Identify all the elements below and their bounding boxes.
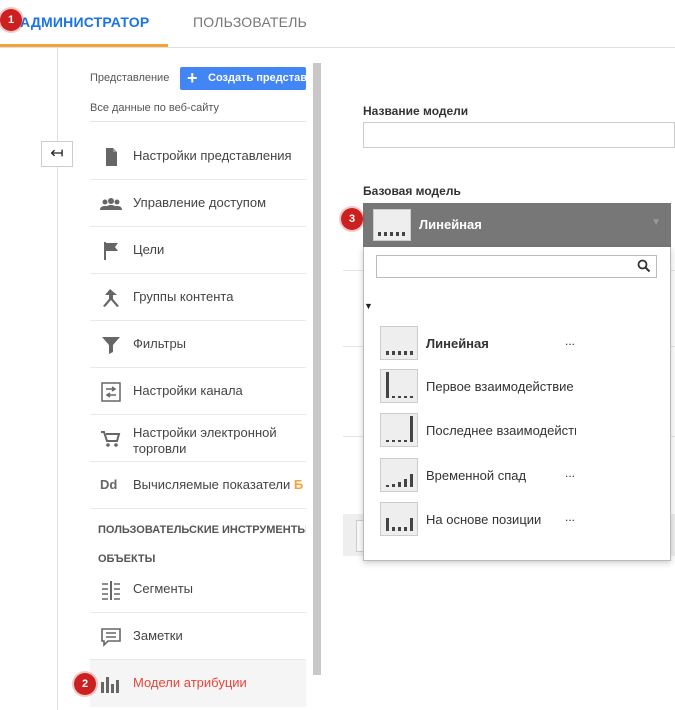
sidebar-item-access[interactable]: Управление доступом (90, 180, 306, 227)
sidebar-item-goals[interactable]: Цели (90, 227, 306, 274)
step-badge-1: 1 (0, 9, 22, 31)
view-selector[interactable]: Все данные по веб-сайту (90, 102, 219, 114)
sidebar-item-notes[interactable]: Заметки (90, 613, 306, 660)
filter-icon (102, 337, 120, 354)
sidebar-item-label: Модели атрибуции (133, 675, 247, 690)
option-first-interaction[interactable]: Первое взаимодействие (380, 369, 670, 409)
base-model-dropdown[interactable]: Линейная ▼ (363, 203, 671, 247)
model-name-label: Название модели (363, 104, 469, 118)
notes-icon (101, 628, 121, 647)
section-title-tools: ПОЛЬЗОВАТЕЛЬСКИЕ ИНСТРУМЕНТЫ И (98, 524, 306, 536)
linear-model-thumbnail (373, 209, 411, 241)
sidebar-item-label: Заметки (133, 628, 183, 643)
create-view-button[interactable]: + Создать представление (180, 67, 306, 90)
first-interaction-thumbnail (380, 369, 418, 403)
option-label: Линейная (426, 336, 489, 351)
sidebar-item-label: Настройки представления (133, 148, 292, 163)
active-tab-indicator (0, 44, 168, 47)
option-linear[interactable]: Линейная ... (380, 326, 670, 366)
dd-icon: Dd (100, 477, 118, 492)
sidebar-item-label: Настройки электронной торговли (133, 425, 277, 456)
sidebar-item-label: Фильтры (133, 336, 187, 351)
search-icon (637, 259, 651, 273)
option-more[interactable]: ... (565, 334, 575, 348)
sidebar-item-ecommerce[interactable]: Настройки электронной торговли (90, 415, 306, 462)
sidebar-item-content-groups[interactable]: Группы контента (90, 274, 306, 321)
tab-admin[interactable]: АДМИНИСТРАТОР (20, 14, 149, 30)
sidebar-item-attribution-models[interactable]: Модели атрибуции (90, 660, 306, 707)
collapse-triangle-icon[interactable]: ▼ (364, 301, 373, 311)
sidebar-item-filters[interactable]: Фильтры (90, 321, 306, 368)
option-more[interactable]: ... (565, 510, 575, 524)
sidebar-item-channel-settings[interactable]: Настройки канала (90, 368, 306, 415)
sidebar-divider (90, 121, 306, 122)
sidebar-item-label: Сегменты (133, 581, 194, 596)
section-title-objects: ОБЪЕКТЫ (98, 553, 156, 565)
linear-model-thumbnail (380, 326, 418, 360)
sidebar-item-label: Группы контента (133, 289, 234, 304)
option-label: Последнее взаимодействие (426, 423, 576, 438)
sidebar-item-label: Вычисляемые показатели Б (133, 477, 304, 492)
step-badge-3: 3 (341, 208, 363, 230)
back-button[interactable]: ↤ (41, 141, 73, 167)
option-position-based[interactable]: На основе позиции ... (380, 502, 670, 542)
sidebar-item-segments[interactable]: Сегменты (90, 566, 306, 613)
channel-icon (101, 382, 121, 402)
cart-icon (101, 431, 121, 447)
option-last-interaction[interactable]: Последнее взаимодействие (380, 413, 670, 453)
step-badge-2: 2 (74, 673, 96, 695)
sidebar-item-label: Настройки канала (133, 383, 243, 398)
sidebar-scrollbar[interactable] (313, 63, 321, 675)
create-view-label: Создать представление (208, 72, 306, 84)
option-label: Временной спад (426, 468, 527, 483)
plus-icon: + (187, 68, 198, 88)
sidebar-item-label: Цели (133, 242, 165, 257)
time-decay-thumbnail (380, 458, 418, 492)
attribution-icon (101, 677, 119, 693)
merge-icon (103, 289, 119, 307)
segments-icon (102, 581, 120, 600)
option-label: На основе позиции (426, 512, 542, 527)
arrow-back-icon: ↤ (50, 145, 64, 162)
sidebar-item-calculated-metrics[interactable]: Dd Вычисляемые показатели Б (90, 462, 306, 509)
sidebar-item-label: Управление доступом (133, 195, 267, 210)
document-icon (106, 148, 117, 166)
top-tabs: АДМИНИСТРАТОР ПОЛЬЗОВАТЕЛЬ (0, 0, 675, 48)
flag-icon (104, 242, 118, 260)
chevron-down-icon: ▼ (651, 217, 661, 228)
dropdown-panel: ▼ Линейная ... Первое взаимодействие Пос… (363, 247, 671, 561)
option-time-decay[interactable]: Временной спад ... (380, 458, 670, 498)
last-interaction-thumbnail (380, 413, 418, 447)
beta-suffix: Б (293, 477, 304, 492)
sidebar-item-view-settings[interactable]: Настройки представления (90, 133, 306, 180)
view-label: Представление (90, 72, 170, 84)
dropdown-selected-value: Линейная (419, 217, 482, 232)
base-model-label: Базовая модель (363, 184, 461, 198)
option-label: Первое взаимодействие (426, 379, 574, 394)
users-icon (100, 198, 122, 210)
position-based-thumbnail (380, 502, 418, 536)
option-more[interactable]: ... (565, 466, 575, 480)
model-name-input[interactable] (363, 122, 675, 148)
tab-user[interactable]: ПОЛЬЗОВАТЕЛЬ (193, 14, 307, 30)
dropdown-search-input[interactable] (376, 255, 657, 278)
